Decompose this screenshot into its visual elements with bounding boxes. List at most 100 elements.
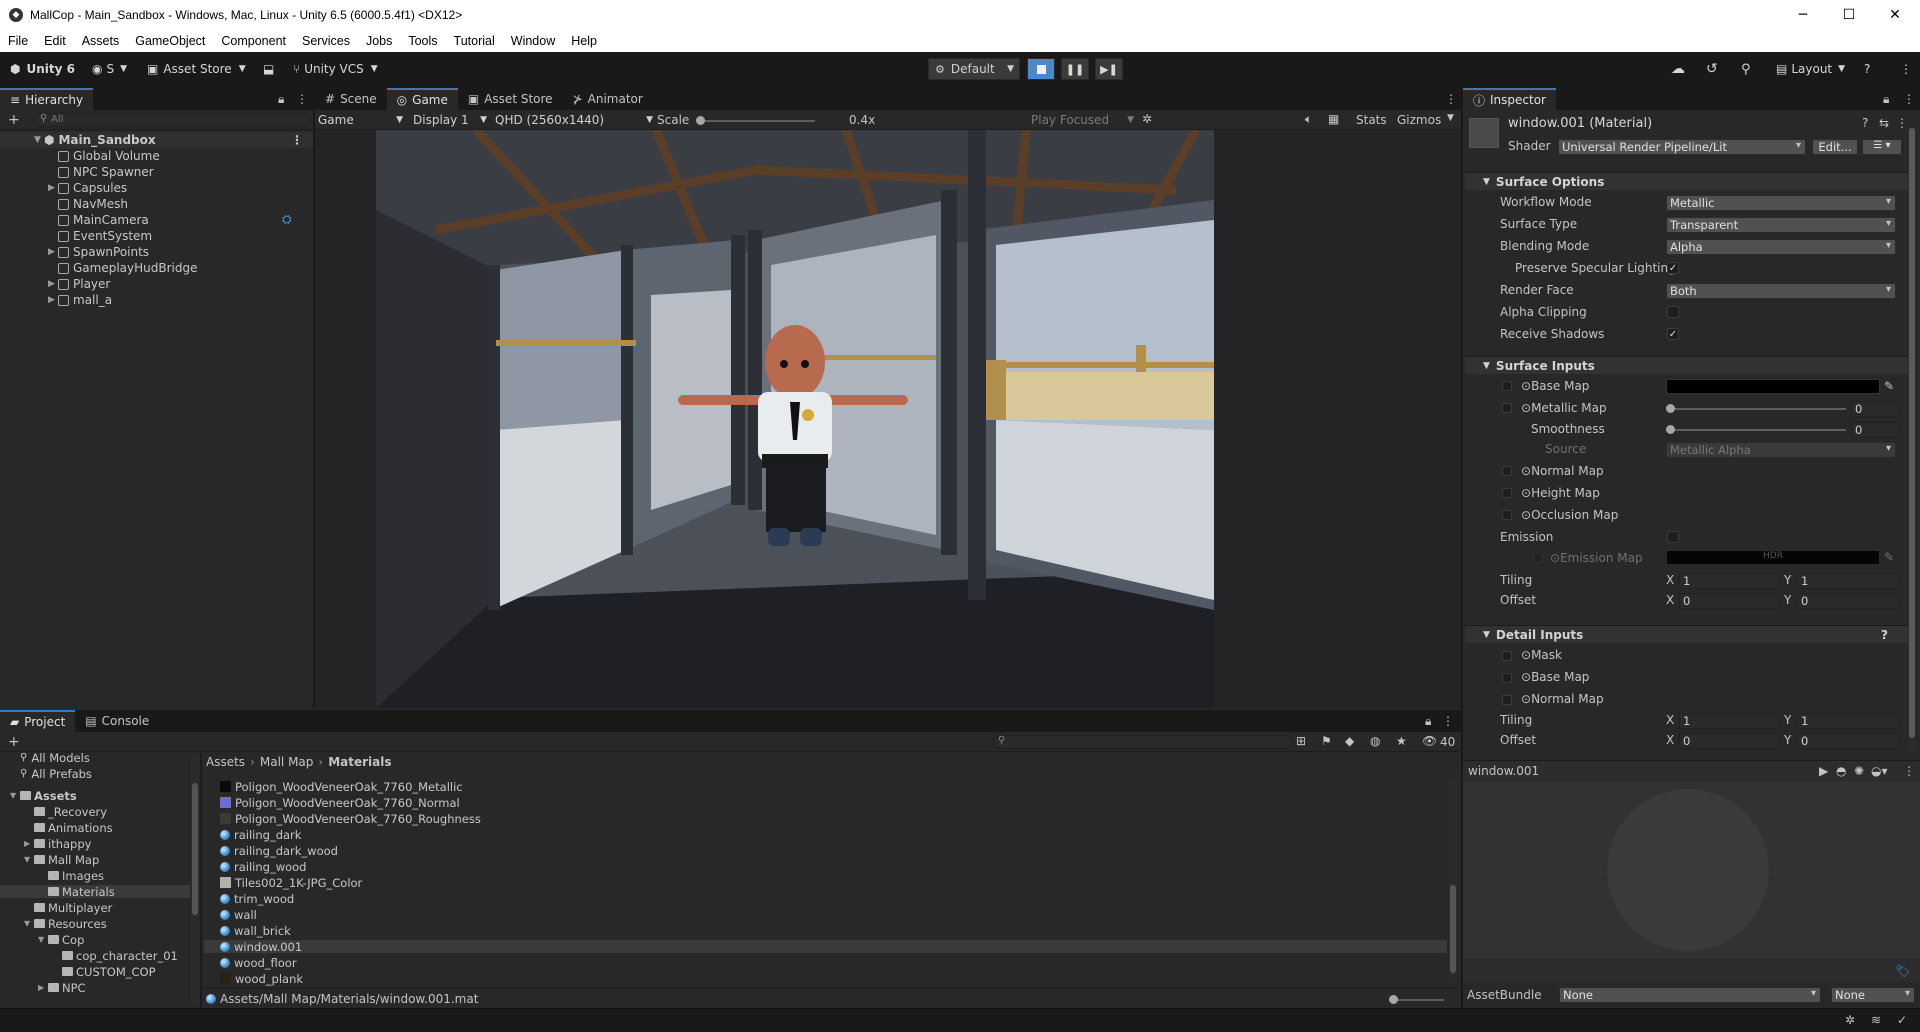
help-button[interactable]: ?: [1864, 58, 1870, 80]
expand-arrow-icon[interactable]: ▼: [38, 935, 48, 944]
file-list-item[interactable]: Poligon_WoodVeneerOak_7760_Metallic: [204, 780, 1447, 794]
file-list-item[interactable]: trim_wood: [204, 892, 1447, 906]
tag-icon[interactable]: 🏷︎: [1895, 964, 1910, 978]
hierarchy-item[interactable]: ▶ Player: [0, 276, 313, 292]
folder-tree-item[interactable]: ⚲ All Prefabs: [0, 767, 190, 781]
minimize-button[interactable]: ─: [1780, 0, 1826, 30]
menu-window[interactable]: Window: [503, 34, 563, 48]
expand-arrow-icon[interactable]: ▼: [34, 135, 44, 145]
smoothness-slider-knob[interactable]: [1666, 425, 1675, 434]
tab-game[interactable]: ◎ Game: [386, 88, 458, 110]
cloud-button[interactable]: ☁: [1671, 58, 1685, 80]
hierarchy-search-input[interactable]: All: [34, 113, 310, 127]
file-list-scroll-thumb[interactable]: [1450, 885, 1456, 973]
normal-map-slot[interactable]: [1502, 466, 1512, 476]
render-face-dropdown[interactable]: Both: [1666, 283, 1896, 299]
history-button[interactable]: ↺: [1706, 58, 1718, 80]
source-dropdown[interactable]: Metallic Alpha: [1666, 442, 1896, 458]
splitter[interactable]: [200, 753, 202, 1008]
tab-animator[interactable]: ⊁ Animator: [563, 88, 653, 110]
assetbundle-variant-dropdown[interactable]: None: [1831, 987, 1915, 1003]
file-list-item[interactable]: wall_brick: [204, 924, 1447, 938]
menu-file[interactable]: File: [0, 34, 36, 48]
folder-tree-item[interactable]: Materials: [0, 885, 190, 899]
emission-checkbox[interactable]: [1667, 531, 1679, 543]
folder-tree-item[interactable]: ▶ ithappy: [0, 837, 190, 851]
account-button[interactable]: ◉ S ▼: [92, 58, 127, 80]
metallic-map-slot[interactable]: [1502, 403, 1512, 413]
expand-arrow-icon[interactable]: ▼: [24, 919, 34, 928]
expand-arrow-icon[interactable]: ▶: [38, 983, 48, 992]
expand-arrow-icon[interactable]: ▶: [48, 247, 58, 257]
metallic-slider-knob[interactable]: [1666, 404, 1675, 413]
folder-tree-scroll-thumb[interactable]: [192, 783, 198, 915]
tab-console[interactable]: ▤ Console: [75, 710, 159, 732]
emission-color-field[interactable]: HDR: [1666, 550, 1880, 565]
search-by-type-icon[interactable]: ⊞: [1296, 734, 1306, 748]
inspector-scrollbar[interactable]: [1908, 128, 1916, 752]
hierarchy-item[interactable]: NavMesh: [0, 196, 313, 212]
help-icon[interactable]: ?: [1881, 628, 1888, 642]
base-map-slot[interactable]: [1502, 381, 1512, 391]
tab-project[interactable]: ▰ Project: [0, 710, 76, 732]
base-map-color[interactable]: [1666, 379, 1880, 394]
eye-icon[interactable]: 👁︎: [1422, 734, 1437, 748]
stats-button[interactable]: Stats: [1356, 113, 1387, 127]
file-list-item[interactable]: railing_wood: [204, 860, 1447, 874]
folder-tree-item[interactable]: _Recovery: [0, 805, 190, 819]
play-stop-button[interactable]: [1027, 58, 1055, 80]
icon-size-slider-knob[interactable]: [1389, 995, 1398, 1004]
scale-slider-knob[interactable]: [696, 116, 705, 125]
add-icon[interactable]: +: [8, 112, 20, 128]
preset-icon[interactable]: ⇆: [1879, 116, 1889, 130]
sphere-icon[interactable]: ◓: [1836, 764, 1846, 778]
file-list-item[interactable]: railing_dark_wood: [204, 844, 1447, 858]
detail-offset-x-field[interactable]: 0: [1679, 733, 1779, 749]
lock-icon[interactable]: 🔒︎: [1425, 714, 1431, 729]
game-view-dropdown[interactable]: Game ▼: [318, 112, 403, 128]
surface-options-header[interactable]: ▼ Surface Options: [1465, 172, 1916, 190]
breadcrumb-assets[interactable]: Assets: [206, 755, 245, 769]
surface-inputs-header[interactable]: ▼ Surface Inputs: [1465, 356, 1916, 374]
kebab-icon[interactable]: ⋮: [296, 92, 308, 106]
folder-tree-item[interactable]: ▼ Mall Map: [0, 853, 190, 867]
detail-base-map-slot[interactable]: [1502, 673, 1512, 683]
assetbundle-dropdown[interactable]: None: [1559, 987, 1821, 1003]
folder-tree-item[interactable]: Images: [0, 869, 190, 883]
detail-normal-map-slot[interactable]: [1502, 695, 1512, 705]
mask-slot[interactable]: [1502, 651, 1512, 661]
light-icon[interactable]: ✺: [1854, 764, 1864, 778]
mesh-dropdown-icon[interactable]: ◒▾: [1871, 764, 1888, 778]
tiling-y-field[interactable]: 1: [1797, 573, 1899, 589]
folder-tree-item[interactable]: ▶ NPC: [0, 981, 190, 995]
filter-icon[interactable]: ⚑: [1321, 734, 1332, 748]
menu-tools[interactable]: Tools: [400, 34, 445, 48]
surface-option-dropdown[interactable]: Transparent: [1666, 217, 1896, 233]
maximize-button[interactable]: ☐: [1826, 0, 1872, 30]
display-dropdown[interactable]: Display 1 ▼: [413, 112, 487, 128]
layout-dropdown[interactable]: ▤ Layout ▼: [1776, 58, 1845, 80]
menu-tutorial[interactable]: Tutorial: [446, 34, 503, 48]
tab-asset-store[interactable]: ▣ Asset Store: [458, 88, 563, 110]
breadcrumb-materials[interactable]: Materials: [328, 755, 391, 769]
resolution-dropdown[interactable]: QHD (2560x1440) ▼: [495, 112, 653, 128]
step-button[interactable]: ▶❚: [1095, 58, 1123, 80]
progress-check-icon[interactable]: ✓: [1897, 1013, 1907, 1027]
star-icon[interactable]: ★: [1396, 734, 1407, 748]
detail-tiling-y-field[interactable]: 1: [1797, 713, 1899, 729]
menu-component[interactable]: Component: [213, 34, 294, 48]
menu-jobs[interactable]: Jobs: [358, 34, 400, 48]
shader-dropdown[interactable]: Universal Render Pipeline/Lit: [1558, 139, 1806, 155]
lock-icon[interactable]: 🔒︎: [1883, 92, 1889, 107]
menu-edit[interactable]: Edit: [36, 34, 74, 48]
hierarchy-item[interactable]: NPC Spawner: [0, 164, 313, 180]
expand-arrow-icon[interactable]: ▶: [24, 839, 34, 848]
hierarchy-item[interactable]: ▶ Capsules: [0, 180, 313, 196]
expand-arrow-icon[interactable]: ▶: [48, 183, 58, 193]
close-button[interactable]: ✕: [1872, 0, 1918, 30]
chevron-down-icon[interactable]: ▼: [1447, 113, 1454, 123]
folder-tree-item[interactable]: ▼ Assets: [0, 789, 190, 803]
hierarchy-item[interactable]: EventSystem: [0, 228, 313, 244]
surface-option-dropdown[interactable]: Metallic: [1666, 195, 1896, 211]
folder-tree-item[interactable]: ▼ Resources: [0, 917, 190, 931]
